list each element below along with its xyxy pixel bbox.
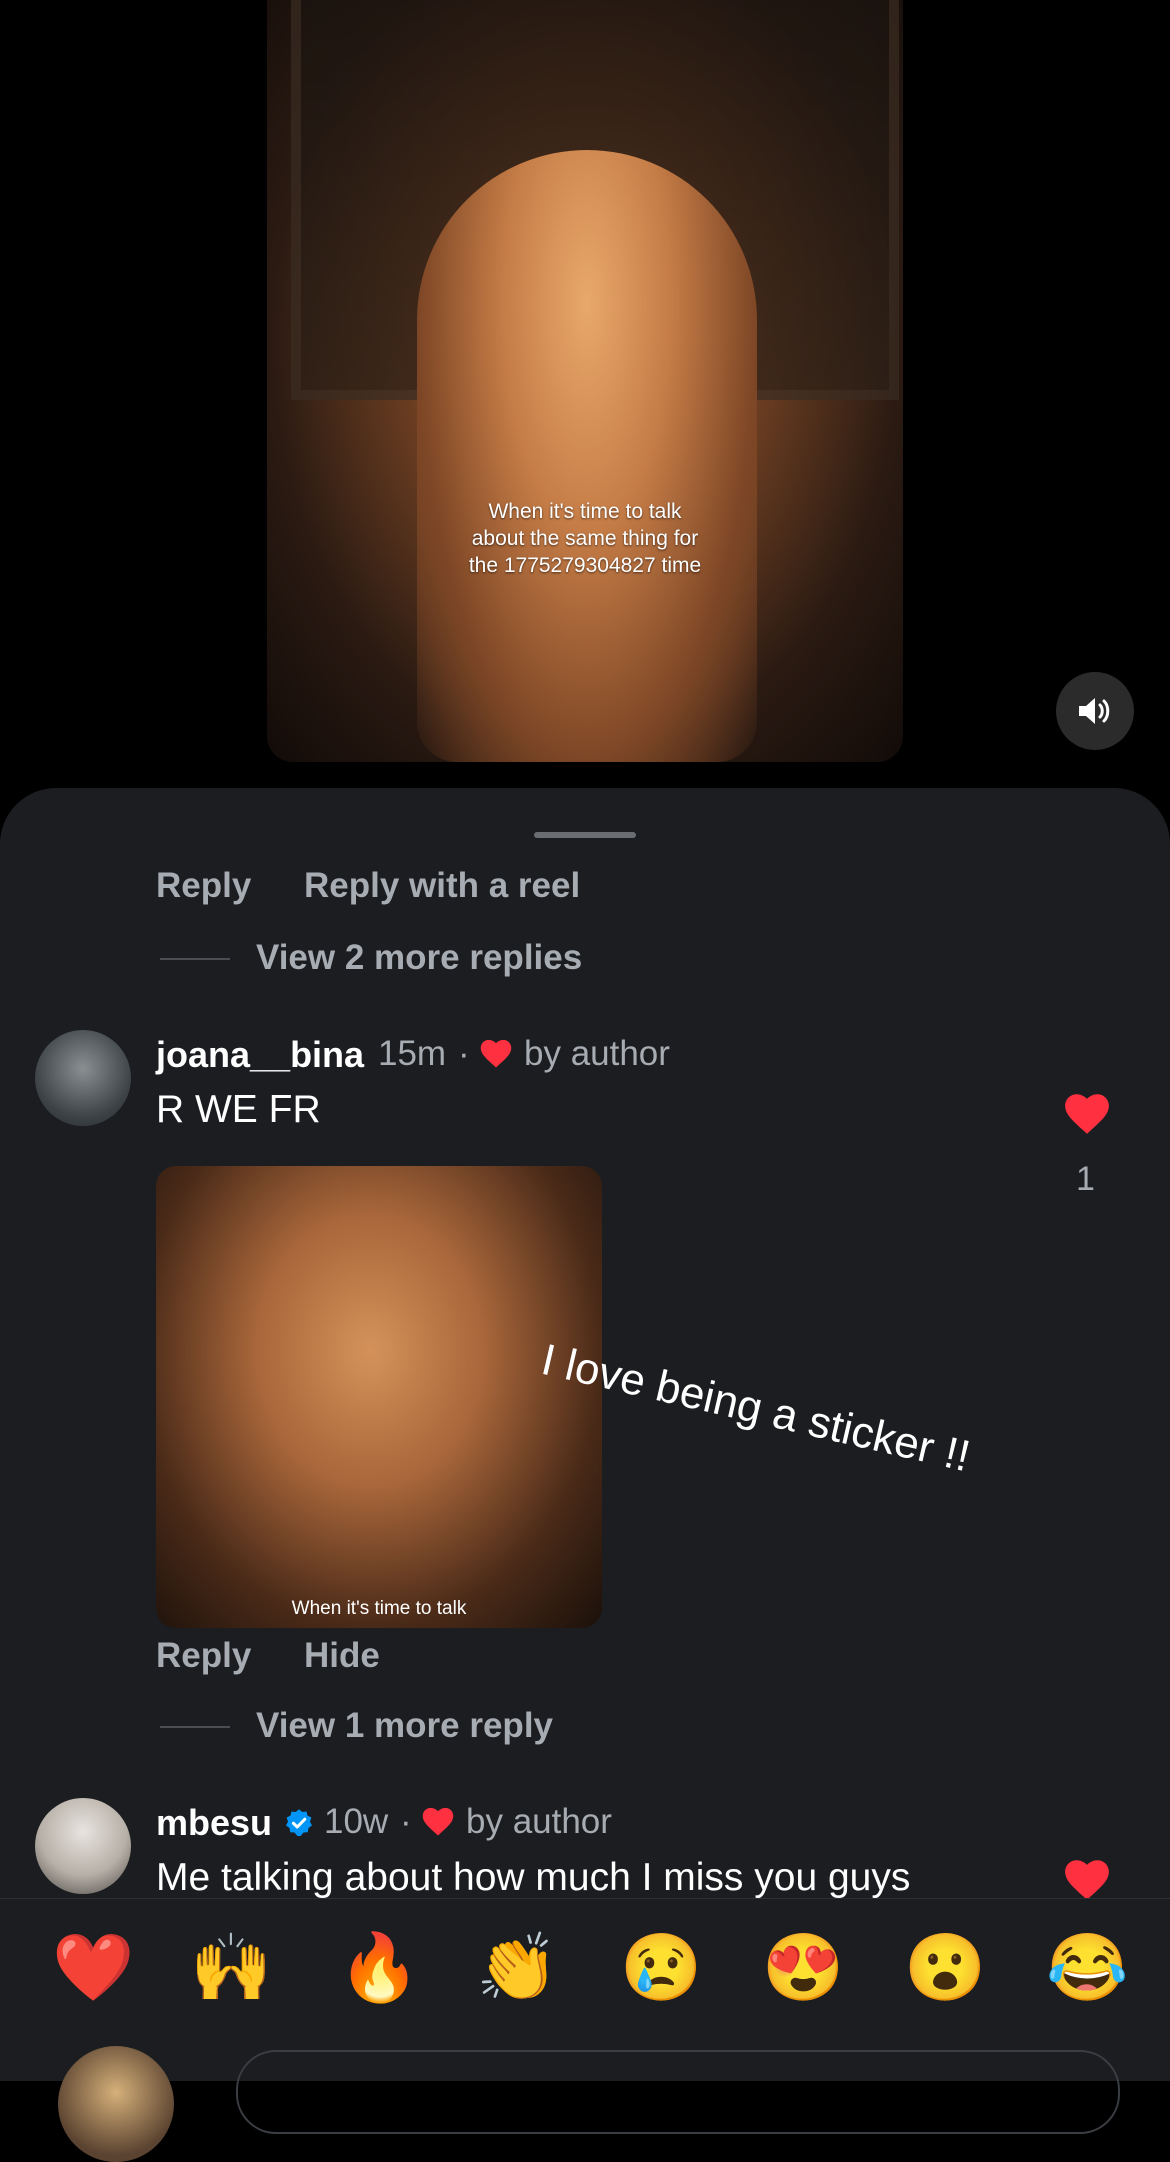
video-caption-line: When it's time to talk [488,500,682,523]
liked-by-author-heart-icon [422,1807,454,1836]
emoji-raised-hands-button[interactable]: 🙌 [190,1934,272,2000]
hide-button[interactable]: Hide [304,1636,380,1676]
emoji-heart-eyes-button[interactable]: 😍 [762,1934,844,2000]
emoji-crying-button[interactable]: 😢 [620,1934,702,2000]
video-caption: When it's time to talk about the same th… [267,498,903,579]
liked-by-author-label: by author [466,1802,612,1841]
video-caption-line: about the same thing for [471,527,699,550]
liked-by-author-heart-icon [480,1039,512,1068]
liked-by-author-label: by author [524,1034,670,1073]
reel-video[interactable]: When it's time to talk about the same th… [267,0,903,762]
meta-separator: · [400,1802,412,1841]
verified-badge-icon [286,1809,312,1837]
thumbnail-caption: When it's time to talk [291,1598,467,1619]
avatar[interactable] [35,1030,131,1126]
current-user-avatar [58,2046,174,2162]
comment-input[interactable] [236,2050,1120,2134]
emoji-fire-button[interactable]: 🔥 [338,1934,420,2000]
like-heart-icon[interactable] [1062,1856,1112,1902]
reply-button[interactable]: Reply [156,866,251,906]
emoji-surprised-button[interactable]: 😮 [904,1934,986,2000]
video-subject [417,150,757,762]
comment-video-thumbnail[interactable]: When it's time to talk [156,1166,602,1628]
comment-text: Me talking about how much I miss you guy… [156,1856,911,1899]
reply-button[interactable]: Reply [156,1636,251,1676]
view-more-replies-button[interactable]: View 1 more reply [256,1706,553,1746]
thread-line [160,958,230,960]
emoji-clap-button[interactable]: 👏 [476,1934,558,2000]
speaker-on-icon[interactable] [1056,672,1134,750]
comment-time: 15m [378,1034,447,1073]
like-heart-icon[interactable] [1062,1090,1112,1136]
meta-separator: · [458,1034,470,1073]
sheet-drag-handle[interactable] [534,832,636,838]
comment-username[interactable]: mbesu [156,1802,272,1844]
avatar[interactable] [35,1798,131,1894]
like-count: 1 [1076,1160,1095,1198]
emoji-laughing-button[interactable]: 😂 [1046,1934,1128,2000]
comment-time: 10w [324,1802,389,1841]
view-more-replies-button[interactable]: View 2 more replies [256,938,582,978]
comment-username[interactable]: joana__bina [156,1034,364,1076]
thread-line [160,1726,230,1728]
reply-with-reel-button[interactable]: Reply with a reel [304,866,580,906]
emoji-heart-button[interactable]: ❤️ [52,1934,134,2000]
video-caption-line: the 1775279304827 time [468,554,702,577]
comment-text: R WE FR [156,1088,321,1131]
